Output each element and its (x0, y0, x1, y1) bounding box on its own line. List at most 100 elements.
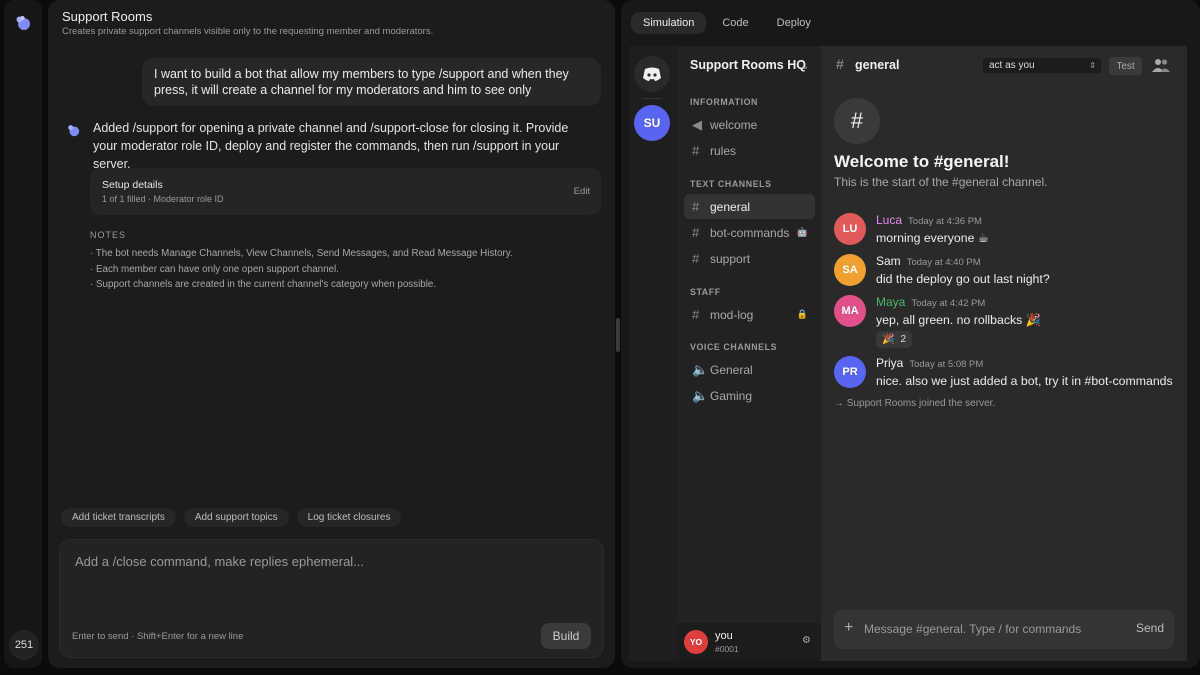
plus-icon[interactable]: + (844, 619, 853, 637)
message-input[interactable] (864, 619, 1124, 639)
channel-bot-commands[interactable]: # bot-commands 🤖 (684, 220, 815, 245)
message-time: Today at 5:08 PM (909, 359, 984, 370)
hash-icon: # (692, 251, 700, 266)
speaker-icon: 🔈 (692, 387, 709, 403)
user-message: I want to build a bot that allow my memb… (142, 58, 601, 106)
project-title: Support Rooms (62, 9, 153, 24)
avatar[interactable]: PR (834, 356, 866, 388)
avatar[interactable]: MA (834, 295, 866, 327)
message-author-line: Priya Today at 5:08 PM (876, 356, 983, 370)
app-rail: 251 (4, 0, 42, 668)
hash-icon: # (836, 56, 844, 72)
category-text-channels[interactable]: TEXT CHANNELS (690, 179, 772, 189)
notes-heading: NOTES (90, 230, 127, 240)
suggestion-chip-transcripts[interactable]: Add ticket transcripts (61, 508, 176, 527)
user-name: you (715, 630, 733, 642)
category-staff[interactable]: STAFF (690, 287, 721, 297)
tab-code[interactable]: Code (710, 12, 760, 34)
hash-icon: # (692, 199, 700, 214)
discord-logo-icon (643, 67, 661, 81)
act-as-value: act as you (989, 60, 1035, 71)
setup-details-status: 1 of 1 filled · Moderator role ID (102, 194, 224, 204)
channel-label: rules (710, 143, 737, 158)
assistant-message: Added /support for opening a private cha… (93, 121, 569, 171)
channel-title: general (855, 58, 900, 72)
preview-tabs: Simulation Code Deploy (631, 12, 823, 34)
setup-edit-button[interactable]: Edit (574, 186, 590, 197)
panel-resize-handle[interactable] (616, 318, 620, 352)
channel-general[interactable]: # general (684, 194, 815, 219)
channel-label: support (710, 251, 751, 266)
hash-icon: # (692, 143, 700, 158)
message-composer: + Send (834, 610, 1174, 649)
composer-hint: Enter to send · Shift+Enter for a new li… (72, 631, 244, 642)
test-button[interactable]: Test (1109, 57, 1142, 75)
category-information[interactable]: INFORMATION (690, 97, 758, 107)
notes-list: · The bot needs Manage Channels, View Ch… (90, 246, 513, 293)
discord-home-button[interactable] (634, 56, 670, 92)
lock-icon: 🔒 (796, 309, 808, 319)
announcement-icon: ◀ (692, 116, 702, 132)
category-voice-channels[interactable]: VOICE CHANNELS (690, 342, 777, 352)
message-text: morning everyone ☕ (876, 231, 989, 245)
message-time: Today at 4:36 PM (908, 216, 982, 227)
chevron-down-icon[interactable]: ⌄ (801, 61, 809, 72)
channel-header: # general act as you ⇕ Test (821, 46, 1187, 84)
welcome-title: Welcome to #general! (834, 152, 1010, 171)
select-arrows-icon: ⇕ (1089, 61, 1096, 70)
server-name[interactable]: Support Rooms HQ (690, 58, 806, 72)
message-time: Today at 4:42 PM (911, 298, 986, 309)
avatar[interactable]: SA (834, 254, 866, 286)
setup-details-title: Setup details (102, 179, 163, 191)
voice-channel-general[interactable]: 🔈 General (684, 357, 815, 382)
hash-icon: # (692, 225, 700, 240)
message-text: did the deploy go out last night? (876, 272, 1050, 286)
message-author[interactable]: Priya (876, 356, 903, 370)
channel-label: Gaming (710, 388, 753, 403)
build-button[interactable]: Build (541, 623, 591, 649)
channel-view: # general act as you ⇕ Test # Welcome to… (821, 46, 1187, 661)
speaker-icon: 🔈 (692, 361, 709, 377)
suggestion-chips: Add ticket transcripts Add support topic… (61, 508, 402, 527)
message-author[interactable]: Sam (876, 254, 901, 268)
channel-mod-log[interactable]: # mod-log 🔒 (684, 302, 815, 327)
channel-label: General (710, 362, 753, 377)
project-subtitle: Creates private support channels visible… (62, 26, 434, 37)
tab-deploy[interactable]: Deploy (765, 12, 823, 34)
channel-support[interactable]: # support (684, 246, 815, 271)
message-author-line: Maya Today at 4:42 PM (876, 295, 985, 309)
voice-channel-gaming[interactable]: 🔈 Gaming (684, 383, 815, 408)
note-item: · The bot needs Manage Channels, View Ch… (90, 248, 513, 259)
server-icon-support-rooms[interactable]: SU (634, 105, 670, 141)
channel-rules[interactable]: # rules (684, 138, 815, 163)
channel-welcome[interactable]: ◀ welcome (684, 112, 815, 137)
suggestion-chip-topics[interactable]: Add support topics (183, 508, 289, 527)
suggestion-chip-closures[interactable]: Log ticket closures (296, 508, 402, 527)
bot-icon: 🤖 (796, 227, 808, 237)
act-as-select[interactable]: act as you ⇕ (983, 58, 1101, 73)
usage-count-badge[interactable]: 251 (9, 630, 39, 660)
message-author[interactable]: Luca (876, 213, 902, 227)
avatar[interactable]: YO (684, 630, 708, 654)
server-separator (642, 98, 662, 99)
message-author[interactable]: Maya (876, 295, 905, 309)
tab-simulation[interactable]: Simulation (631, 12, 707, 34)
app-logo-icon[interactable] (15, 15, 31, 31)
channel-label: welcome (710, 117, 758, 132)
message-text: nice. also we just added a bot, try it i… (876, 374, 1173, 388)
reaction-badge[interactable]: 🎉 2 (876, 331, 913, 348)
send-button[interactable]: Send (1136, 621, 1164, 635)
prompt-input[interactable] (75, 554, 575, 594)
welcome-subtitle: This is the start of the #general channe… (834, 175, 1048, 189)
builder-chat-panel: Support Rooms Creates private support ch… (48, 0, 615, 668)
user-tag: #0001 (715, 644, 739, 654)
avatar[interactable]: LU (834, 213, 866, 245)
message-text: yep, all green. no rollbacks 🎉 (876, 313, 1042, 327)
discord-simulation: SU Support Rooms HQ ⌄ INFORMATION ◀ welc… (629, 46, 1187, 661)
members-icon[interactable] (1152, 57, 1170, 73)
reaction-count: 2 (900, 334, 907, 345)
gear-icon[interactable]: ⚙ (802, 635, 811, 646)
hash-icon: # (692, 307, 700, 322)
channel-hash-icon: # (834, 98, 880, 144)
server-list: SU (629, 46, 677, 661)
